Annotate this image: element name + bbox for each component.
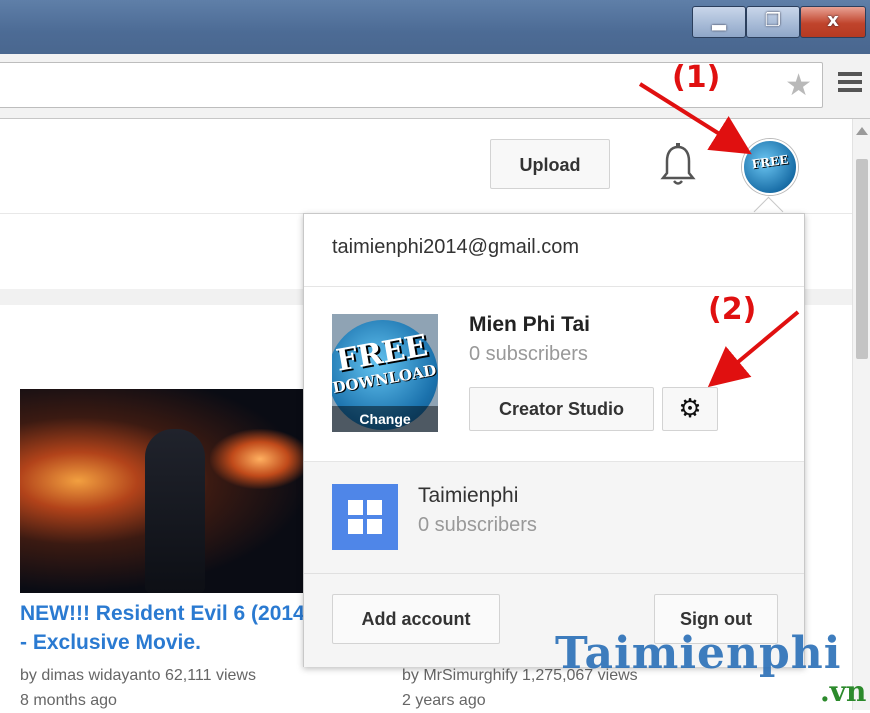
- scroll-thumb[interactable]: [856, 159, 868, 359]
- upload-button[interactable]: Upload: [490, 139, 610, 189]
- site-header: Upload FREE: [0, 119, 852, 214]
- video-thumbnail[interactable]: [20, 389, 310, 593]
- other-account-name: Taimienphi: [418, 484, 519, 507]
- video-channel-views: by dimas widayanto 62,111 views: [20, 667, 256, 684]
- window-titlebar: ▂ ❐ x: [0, 0, 870, 54]
- video-age-2: 2 years ago: [402, 692, 486, 709]
- window-controls: ▂ ❐ x: [692, 6, 866, 40]
- page-scrollbar[interactable]: [852, 119, 870, 710]
- add-account-button[interactable]: Add account: [332, 594, 500, 644]
- close-button[interactable]: x: [800, 6, 866, 38]
- watermark-logo: Taimienphi: [555, 628, 842, 679]
- channel-avatar[interactable]: FREE DOWNLOAD Change: [332, 314, 438, 432]
- youtube-page: Upload FREE NEW!!! Resident Evil 6 (2014…: [0, 119, 870, 710]
- avatar-small-text: FREE: [750, 152, 790, 172]
- change-avatar-button[interactable]: Change: [332, 406, 438, 432]
- video-meta: by dimas widayanto 62,111 views 8 months…: [20, 663, 256, 713]
- channel-name: Mien Phi Tai: [469, 313, 590, 336]
- video-age: 8 months ago: [20, 692, 117, 709]
- annotation-label-1: (1): [672, 60, 721, 95]
- video-title-link[interactable]: NEW!!! Resident Evil 6 (2014) - Exclusiv…: [20, 599, 320, 657]
- account-avatar-button[interactable]: FREE: [742, 139, 798, 195]
- minimize-button[interactable]: ▂: [692, 6, 746, 38]
- channel-subscribers: 0 subscribers: [469, 343, 588, 365]
- browser-toolbar: ★: [0, 54, 870, 119]
- account-email: taimienphi2014@gmail.com: [332, 236, 580, 258]
- maximize-button[interactable]: ❐: [746, 6, 800, 38]
- other-account-subscribers: 0 subscribers: [418, 514, 537, 536]
- settings-gear-icon[interactable]: ⚙: [662, 387, 718, 431]
- annotation-label-2: (2): [708, 292, 757, 327]
- google-plus-avatar-icon: [332, 484, 398, 550]
- other-account-item[interactable]: Taimienphi 0 subscribers: [304, 461, 804, 574]
- watermark-suffix: .vn: [820, 675, 867, 708]
- account-dropdown: taimienphi2014@gmail.com FREE DOWNLOAD C…: [303, 213, 805, 667]
- browser-menu-icon[interactable]: [838, 72, 862, 96]
- bookmark-star-icon[interactable]: ★: [785, 68, 812, 103]
- notifications-bell-icon[interactable]: [660, 143, 696, 187]
- scroll-up-arrow-icon[interactable]: [856, 127, 868, 135]
- creator-studio-button[interactable]: Creator Studio: [469, 387, 654, 431]
